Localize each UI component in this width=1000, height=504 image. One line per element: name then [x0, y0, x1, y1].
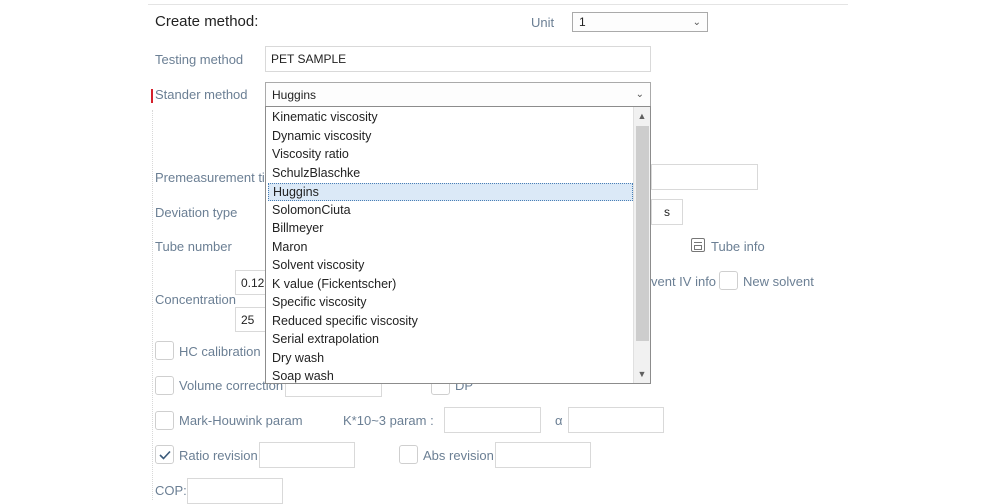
cop-label: COP:: [155, 483, 187, 498]
mark-houwink-label: Mark-Houwink param: [179, 413, 303, 428]
ratio-revision-input[interactable]: [259, 442, 355, 468]
testing-method-label: Testing method: [155, 52, 244, 67]
unit-select[interactable]: 1 ⌄: [572, 12, 708, 32]
dropdown-option[interactable]: SolomonCiuta: [268, 202, 633, 220]
deviation-unit-label: s: [664, 205, 670, 219]
hc-calibration-label: HC calibration: [179, 344, 261, 359]
premeasurement-input[interactable]: [651, 164, 758, 190]
dropdown-option[interactable]: K value (Fickentscher): [268, 276, 633, 294]
check-icon: [158, 450, 171, 460]
volume-correction-checkbox[interactable]: [155, 376, 174, 395]
dropdown-option[interactable]: Soap wash: [268, 368, 633, 383]
abs-revision-checkbox[interactable]: [399, 445, 418, 464]
tube-info-link[interactable]: Tube info: [711, 239, 765, 254]
chevron-down-icon: ⌄: [635, 89, 644, 100]
dropdown-option[interactable]: Solvent viscosity: [268, 257, 633, 275]
required-marker: [151, 89, 153, 103]
dropdown-option[interactable]: Maron: [268, 239, 633, 257]
dropdown-option[interactable]: Serial extrapolation: [268, 331, 633, 349]
dropdown-option[interactable]: Dynamic viscosity: [268, 128, 633, 146]
k-param-input[interactable]: [444, 407, 541, 433]
testing-method-input[interactable]: PET SAMPLE: [265, 46, 651, 72]
alpha-label: α: [555, 413, 563, 428]
scrollbar-thumb[interactable]: [636, 126, 649, 341]
stander-method-dropdown[interactable]: Kinematic viscosity Dynamic viscosity Vi…: [265, 106, 651, 384]
scroll-down-icon[interactable]: ▼: [636, 368, 648, 380]
new-solvent-checkbox[interactable]: [719, 271, 738, 290]
dropdown-option[interactable]: Reduced specific viscosity: [268, 313, 633, 331]
k-param-label: K*10~3 param :: [343, 413, 434, 428]
stander-method-select[interactable]: Huggins ⌄: [265, 82, 651, 107]
concentration-label: Concentration: [155, 292, 236, 307]
concentration-input-1[interactable]: 0.125: [235, 270, 271, 295]
hc-calibration-checkbox[interactable]: [155, 341, 174, 360]
dropdown-option[interactable]: SchulzBlaschke: [268, 165, 633, 183]
unit-label: Unit: [531, 15, 555, 30]
dropdown-option[interactable]: Dry wash: [268, 350, 633, 368]
dropdown-option[interactable]: Specific viscosity: [268, 294, 633, 312]
dropdown-option[interactable]: Billmeyer: [268, 220, 633, 238]
dropdown-option[interactable]: Kinematic viscosity: [268, 109, 633, 127]
dropdown-scrollbar[interactable]: ▲ ▼: [633, 107, 650, 383]
testing-method-value: PET SAMPLE: [271, 52, 347, 66]
premeasurement-label: Premeasurement tim: [155, 170, 276, 185]
chevron-down-icon: ⌄: [692, 16, 701, 28]
dropdown-option-selected[interactable]: Huggins: [268, 183, 633, 201]
mark-houwink-checkbox[interactable]: [155, 411, 174, 430]
stander-method-label: Stander method: [155, 87, 248, 102]
solvent-iv-info-link[interactable]: vent IV info: [651, 274, 716, 289]
concentration-input-2[interactable]: 25: [235, 307, 267, 332]
abs-revision-input[interactable]: [495, 442, 591, 468]
new-solvent-label: New solvent: [743, 274, 814, 289]
alpha-input[interactable]: [568, 407, 664, 433]
ratio-revision-checkbox[interactable]: [155, 445, 174, 464]
tube-number-label: Tube number: [155, 239, 232, 254]
dropdown-option[interactable]: Viscosity ratio: [268, 146, 633, 164]
cop-input[interactable]: [187, 478, 283, 504]
form-left-border: [152, 110, 154, 500]
deviation-unit-box[interactable]: s: [651, 199, 683, 225]
concentration-value-2: 25: [241, 312, 255, 327]
scroll-up-icon[interactable]: ▲: [636, 110, 648, 122]
deviation-type-label: Deviation type: [155, 205, 238, 220]
tube-info-icon[interactable]: [691, 238, 705, 252]
stander-method-value: Huggins: [272, 87, 317, 102]
abs-revision-label: Abs revision: [423, 448, 494, 463]
form-top-border: [148, 4, 848, 5]
ratio-revision-label: Ratio revision: [179, 448, 258, 463]
unit-select-value: 1: [579, 15, 586, 29]
page-title: Create method:: [155, 13, 259, 30]
